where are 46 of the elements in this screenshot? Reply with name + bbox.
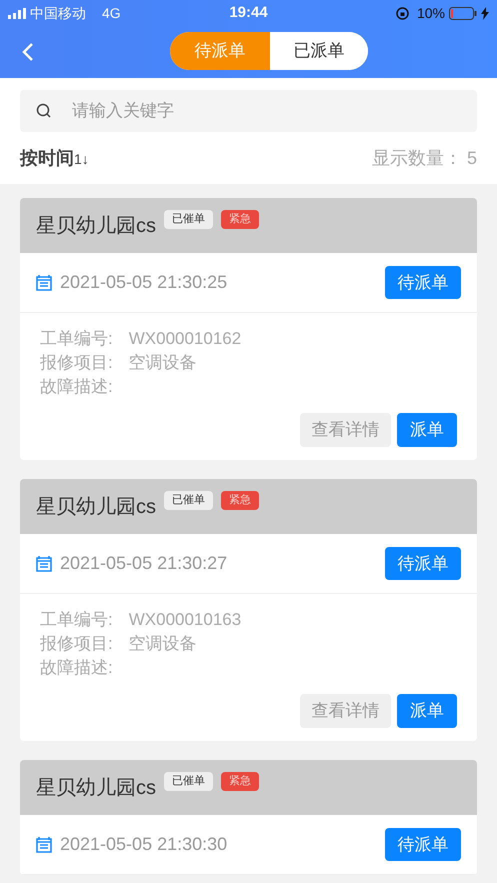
tag: 已催单 [164, 210, 213, 228]
field-label: 工单编号: [40, 328, 113, 350]
field-value: WX000010162 [128, 328, 242, 350]
field-label: 报修项目: [40, 352, 113, 374]
count-label: 显示数量： 5 [372, 146, 477, 170]
field-value: WX000010163 [128, 609, 242, 631]
action-button[interactable]: 派单 [397, 413, 457, 447]
charging-icon [481, 6, 489, 20]
action-button[interactable]: 查看详情 [300, 413, 391, 447]
calendar-icon [36, 836, 52, 853]
field-label: 报修项目: [40, 633, 113, 655]
field-label: 工单编号: [40, 609, 113, 631]
action-button[interactable]: 查看详情 [300, 694, 391, 728]
tag: 已催单 [164, 772, 213, 790]
calendar-icon [36, 555, 52, 572]
rotation-lock-icon [396, 6, 409, 20]
carrier-name: 中国移动 [30, 4, 86, 22]
network-type: 4G [102, 4, 121, 22]
search-icon [36, 103, 52, 119]
tag: 紧急 [221, 210, 259, 228]
tab[interactable]: 待派单 [170, 32, 270, 70]
field-value: 空调设备 [128, 633, 197, 655]
status-button[interactable]: 待派单 [385, 266, 461, 299]
battery-percent: 10% [416, 4, 445, 22]
field-label: 故障描述: [40, 376, 113, 398]
field-label: 故障描述: [40, 657, 113, 679]
battery-icon [449, 6, 477, 20]
status-button[interactable]: 待派单 [385, 547, 461, 580]
order-time: 2021-05-05 21:30:27 [60, 552, 228, 575]
order-title: 星贝幼儿园cs [36, 494, 156, 520]
signal-icon [8, 8, 26, 18]
field-value: 空调设备 [128, 352, 197, 374]
calendar-icon [36, 274, 52, 291]
status-button[interactable]: 待派单 [385, 828, 461, 861]
sort-button[interactable]: 按时间1↓ [20, 144, 89, 172]
action-button[interactable]: 派单 [397, 694, 457, 728]
tag: 紧急 [221, 772, 259, 790]
search-field[interactable]: 请输入关键字 [20, 90, 477, 132]
order-time: 2021-05-05 21:30:30 [60, 833, 228, 856]
clock-time: 19:44 [229, 2, 268, 23]
tag: 已催单 [164, 491, 213, 510]
tag: 紧急 [221, 491, 259, 510]
order-title: 星贝幼儿园cs [36, 776, 156, 800]
order-time: 2021-05-05 21:30:25 [60, 271, 228, 294]
order-title: 星贝幼儿园cs [36, 214, 156, 238]
back-icon [22, 42, 34, 62]
